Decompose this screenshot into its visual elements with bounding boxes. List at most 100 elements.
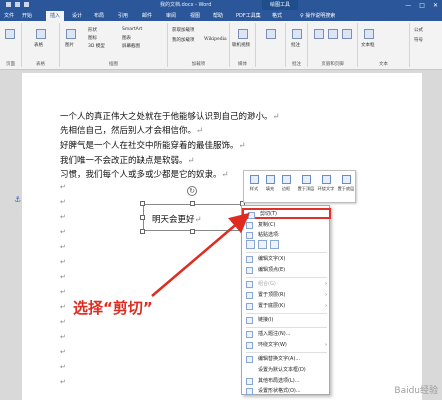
selected-textbox[interactable]: 明天会更好↵ [143, 204, 243, 231]
tab-pdf-tools[interactable]: PDF工具集 [236, 11, 261, 21]
footer-icon[interactable] [328, 29, 338, 39]
resize-handle[interactable] [140, 229, 145, 234]
paragraph-3[interactable]: 好脾气是一个人在社交中所能穿着的最佳服饰。↵ [60, 139, 246, 151]
tab-view[interactable]: 视图 [190, 11, 200, 21]
menu-item-send-back[interactable]: 置于底层(K) › [242, 301, 331, 312]
textbox-text[interactable]: 明天会更好↵ [152, 213, 202, 225]
window-controls: — □ ✕ [405, 2, 438, 9]
save-icon[interactable] [6, 2, 11, 7]
close-button[interactable]: ✕ [433, 2, 438, 9]
resize-handle[interactable] [140, 215, 145, 220]
menu-item-link[interactable]: 链接(I) [242, 315, 331, 326]
bring-front-icon [246, 292, 253, 299]
ribbon-tabs: 文件 开始 插入 设计 布局 引用 邮件 审阅 视图 帮助 PDF工具集 格式 … [0, 10, 442, 21]
equation-button[interactable]: 公式 [414, 27, 423, 33]
picture-button[interactable]: 图片 [65, 42, 74, 48]
resize-handle[interactable] [140, 201, 145, 206]
menu-item-edit-text[interactable]: 编辑文字(X) [242, 254, 331, 265]
tab-review[interactable]: 审阅 [166, 11, 176, 21]
symbol-button[interactable]: 符号 [414, 37, 423, 43]
table-icon[interactable] [36, 29, 46, 39]
menu-item-group[interactable]: 组合(G) › [242, 279, 331, 290]
copy-icon [246, 222, 253, 229]
mini-bring-front-button[interactable]: 置于顶层 [297, 175, 315, 192]
paste-keep-format-icon[interactable] [246, 240, 255, 249]
minimize-button[interactable]: — [405, 2, 411, 9]
paragraph-4[interactable]: 我们唯一不会改正的缺点是软弱。↵ [60, 154, 195, 166]
online-video-button[interactable]: 联机视频 [232, 42, 250, 48]
video-icon[interactable] [238, 29, 248, 39]
paste-options-row [246, 240, 279, 249]
screenshot-button[interactable]: 屏幕截图 [122, 43, 140, 49]
menu-item-insert-caption[interactable]: 插入题注(N)... [242, 329, 331, 340]
pages-icon[interactable] [5, 29, 15, 39]
table-button[interactable]: 表格 [34, 42, 43, 48]
mini-fill-button[interactable]: 填充 [263, 175, 277, 192]
3d-models-button[interactable]: 3D 模型 [88, 43, 105, 49]
paragraph-mark: ↵ [60, 318, 66, 326]
maximize-button[interactable]: □ [419, 2, 425, 9]
tab-insert[interactable]: 插入 [46, 11, 65, 21]
tab-layout[interactable]: 布局 [94, 11, 104, 21]
rotate-handle-icon[interactable]: ↻ [187, 186, 197, 196]
wikipedia-button[interactable]: Wikipedia [204, 37, 227, 42]
group-addins: 获取加载项 我的加载项 Wikipedia 加载项 [168, 23, 230, 67]
paragraph-mark: ↵ [60, 348, 66, 356]
ribbon: 页面 表格 表格 图片 形状 图标 3D 模型 SmartArt 图表 屏幕截图… [0, 21, 442, 70]
fill-icon [265, 175, 275, 184]
menu-item-wrap-text[interactable]: 环绕文字(W) › [242, 340, 331, 351]
shapes-button[interactable]: 形状 [88, 27, 97, 33]
send-back-icon [246, 303, 253, 310]
icons-button[interactable]: 图标 [88, 35, 97, 41]
paragraph-1[interactable]: 一个人的真正伟大之处就在于他能够认识到自己的渺小。↵ [60, 110, 280, 122]
menu-item-bring-front[interactable]: 置于顶层(R) › [242, 290, 331, 301]
undo-icon[interactable] [15, 2, 20, 7]
mini-style-button[interactable]: 样式 [247, 175, 261, 192]
chart-button[interactable]: 图表 [122, 35, 131, 41]
tab-format[interactable]: 格式 [272, 11, 282, 21]
comment-icon[interactable] [292, 29, 302, 39]
tab-help[interactable]: 帮助 [213, 11, 223, 21]
menu-item-edit-points[interactable]: 编辑顶点(E) [242, 265, 331, 276]
resize-handle[interactable] [190, 229, 195, 234]
tables-group-label: 表格 [36, 62, 45, 67]
menu-item-format-shape[interactable]: 设置形状格式(O)... [242, 386, 331, 397]
tell-me-search[interactable]: ♀ 操作说明搜索 [300, 11, 335, 21]
tab-mailings[interactable]: 邮件 [142, 11, 152, 21]
paste-picture-icon[interactable] [270, 240, 279, 249]
page-number-icon[interactable] [342, 29, 352, 39]
paragraph-2[interactable]: 先相信自己，然后别人才会相信你。↵ [60, 124, 203, 136]
picture-icon[interactable] [66, 29, 76, 39]
textbox-icon[interactable] [364, 29, 374, 39]
mini-outline-button[interactable]: 边框 [279, 175, 293, 192]
resize-handle[interactable] [190, 201, 195, 206]
document-page[interactable] [22, 73, 422, 400]
links-icon[interactable] [266, 29, 276, 39]
window-title: 我的文档.docx - Word [160, 2, 212, 8]
caption-icon [246, 331, 253, 338]
menu-item-edit-alt-text[interactable]: 编辑替换文字(A)... [242, 354, 331, 365]
paragraph-5[interactable]: 习惯，我们每个人或多或少都是它的奴隶。↵ [60, 168, 229, 180]
tab-file[interactable]: 文件 [4, 11, 14, 21]
header-icon[interactable] [314, 29, 324, 39]
mini-toolbar: 样式 填充 边框 置于顶层 环绕文字 置于底层 [243, 170, 356, 203]
paragraph-mark: ↵ [60, 363, 66, 371]
tab-design[interactable]: 设计 [72, 11, 82, 21]
smartart-button[interactable]: SmartArt [122, 27, 142, 32]
comment-button[interactable]: 批注 [291, 42, 300, 48]
get-addins-button[interactable]: 获取加载项 [172, 27, 195, 33]
tab-home[interactable]: 开始 [22, 11, 32, 21]
mini-send-back-button[interactable]: 置于底层 [337, 175, 355, 192]
my-addins-button[interactable]: 我的加载项 [172, 37, 195, 43]
mini-wrap-text-button[interactable]: 环绕文字 [317, 175, 335, 192]
redo-icon[interactable] [24, 2, 29, 7]
textbox-button[interactable]: 文本框 [361, 42, 375, 48]
menu-item-set-default-textbox[interactable]: 设置为默认文本框(D) [242, 365, 331, 376]
submenu-arrow-icon: › [325, 303, 327, 309]
tab-references[interactable]: 引用 [118, 11, 128, 21]
edit-text-icon [246, 256, 253, 263]
paste-merge-icon[interactable] [258, 240, 267, 249]
paragraph-mark: ↵ [60, 198, 66, 206]
menu-item-cut[interactable]: 剪切(T) [242, 208, 331, 219]
paragraph-mark: ↵ [60, 273, 66, 281]
